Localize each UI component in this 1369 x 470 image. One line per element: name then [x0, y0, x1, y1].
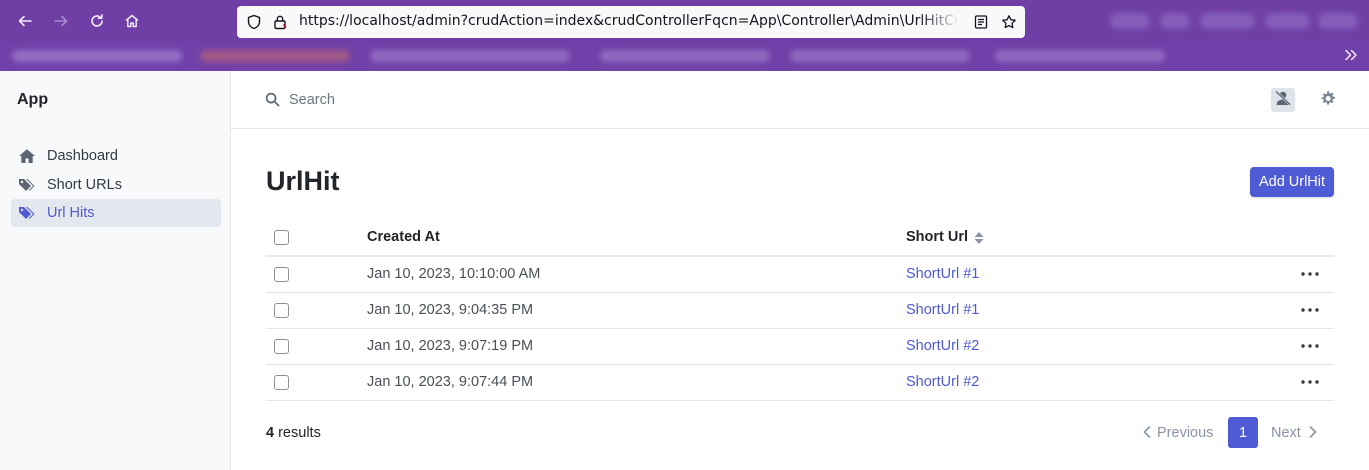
data-table: Created At Short Url Jan 10, 2023, 10:10… — [266, 219, 1334, 401]
sort-icon[interactable] — [973, 230, 985, 246]
row-actions-ellipsis-icon[interactable] — [1300, 301, 1320, 319]
sidebar-item-label: Short URLs — [47, 177, 122, 193]
column-header-short-url[interactable]: Short Url — [906, 229, 968, 245]
cell-short-url-link[interactable]: ShortUrl #1 — [906, 266, 979, 282]
page-title: UrlHit — [266, 166, 340, 196]
extension-icon[interactable] — [1265, 13, 1310, 29]
brand-name[interactable]: App — [17, 91, 48, 109]
bookmarks-bar — [0, 42, 1369, 71]
cell-created-at: Jan 10, 2023, 10:10:00 AM — [367, 266, 541, 282]
bookmark-item[interactable] — [200, 50, 350, 62]
extension-icon[interactable] — [1200, 13, 1255, 29]
table-row: Jan 10, 2023, 9:04:35 PM ShortUrl #1 — [266, 293, 1334, 329]
star-icon[interactable] — [1000, 13, 1018, 31]
sidebar-item-label: Dashboard — [47, 148, 118, 164]
cell-created-at: Jan 10, 2023, 9:07:44 PM — [367, 374, 534, 390]
bookmark-item[interactable] — [12, 50, 182, 62]
column-header-created-at[interactable]: Created At — [367, 229, 440, 245]
table-header: Created At Short Url — [266, 219, 1334, 257]
user-menu-button[interactable] — [1271, 88, 1295, 112]
row-actions-ellipsis-icon[interactable] — [1300, 373, 1320, 391]
bookmark-item[interactable] — [995, 50, 1165, 62]
url-bar[interactable]: https://localhost/admin?crudAction=index… — [237, 6, 1025, 38]
settings-button[interactable] — [1316, 89, 1338, 111]
pagination-page-current[interactable]: 1 — [1228, 417, 1258, 448]
pagination-previous[interactable]: Previous — [1143, 425, 1213, 441]
add-urlhit-button[interactable]: Add UrlHit — [1250, 167, 1334, 197]
top-bar — [231, 71, 1369, 129]
row-checkbox[interactable] — [274, 303, 289, 318]
search-icon — [265, 92, 281, 108]
bookmark-item[interactable] — [790, 50, 970, 62]
cell-short-url-link[interactable]: ShortUrl #2 — [906, 338, 979, 354]
home-icon — [17, 146, 37, 166]
select-all-checkbox[interactable] — [274, 230, 289, 245]
bookmark-item[interactable] — [370, 50, 570, 62]
reload-icon[interactable] — [85, 9, 109, 33]
tags-icon — [17, 203, 37, 223]
cell-created-at: Jan 10, 2023, 9:04:35 PM — [367, 302, 534, 318]
cell-short-url-link[interactable]: ShortUrl #1 — [906, 302, 979, 318]
chevron-left-icon — [1143, 426, 1151, 438]
pagination-next[interactable]: Next — [1271, 425, 1317, 441]
chevron-right-icon — [1309, 426, 1317, 438]
gear-icon — [1319, 90, 1336, 111]
sidebar-item-label: Url Hits — [47, 205, 95, 221]
sidebar-item-url-hits[interactable]: Url Hits — [11, 199, 221, 227]
menu-icon[interactable] — [1318, 13, 1358, 29]
row-checkbox[interactable] — [274, 375, 289, 390]
pagination-next-label: Next — [1271, 425, 1301, 441]
extension-icon[interactable] — [1160, 13, 1190, 29]
table-row: Jan 10, 2023, 10:10:00 AM ShortUrl #1 — [266, 257, 1334, 293]
shield-icon[interactable] — [245, 13, 263, 31]
results-count: 4 results — [266, 425, 321, 441]
lock-icon[interactable] — [271, 13, 289, 31]
search-input[interactable] — [289, 88, 589, 112]
browser-toolbar: https://localhost/admin?crudAction=index… — [0, 0, 1369, 42]
cell-short-url-link[interactable]: ShortUrl #2 — [906, 374, 979, 390]
user-slash-icon — [1274, 90, 1292, 110]
table-row: Jan 10, 2023, 9:07:44 PM ShortUrl #2 — [266, 365, 1334, 401]
chevron-double-right-icon[interactable] — [1343, 47, 1359, 67]
forward-arrow-icon[interactable] — [49, 9, 73, 33]
home-icon[interactable] — [120, 9, 144, 33]
table-row: Jan 10, 2023, 9:07:19 PM ShortUrl #2 — [266, 329, 1334, 365]
reader-view-icon[interactable] — [972, 13, 990, 31]
results-label: results — [274, 425, 321, 441]
sidebar: App Dashboard Short URLs Url Hits — [0, 71, 231, 470]
bookmark-item[interactable] — [600, 50, 770, 62]
extension-icons[interactable] — [1110, 13, 1150, 29]
back-arrow-icon[interactable] — [13, 9, 37, 33]
url-text[interactable]: https://localhost/admin?crudAction=index… — [299, 13, 959, 29]
pagination-previous-label: Previous — [1157, 425, 1214, 441]
row-actions-ellipsis-icon[interactable] — [1300, 337, 1320, 355]
cell-created-at: Jan 10, 2023, 9:07:19 PM — [367, 338, 534, 354]
row-checkbox[interactable] — [274, 267, 289, 282]
results-number: 4 — [266, 425, 275, 441]
sidebar-item-short-urls[interactable]: Short URLs — [11, 171, 221, 199]
row-actions-ellipsis-icon[interactable] — [1300, 265, 1320, 283]
tags-icon — [17, 175, 37, 195]
sidebar-item-dashboard[interactable]: Dashboard — [11, 142, 221, 170]
row-checkbox[interactable] — [274, 339, 289, 354]
